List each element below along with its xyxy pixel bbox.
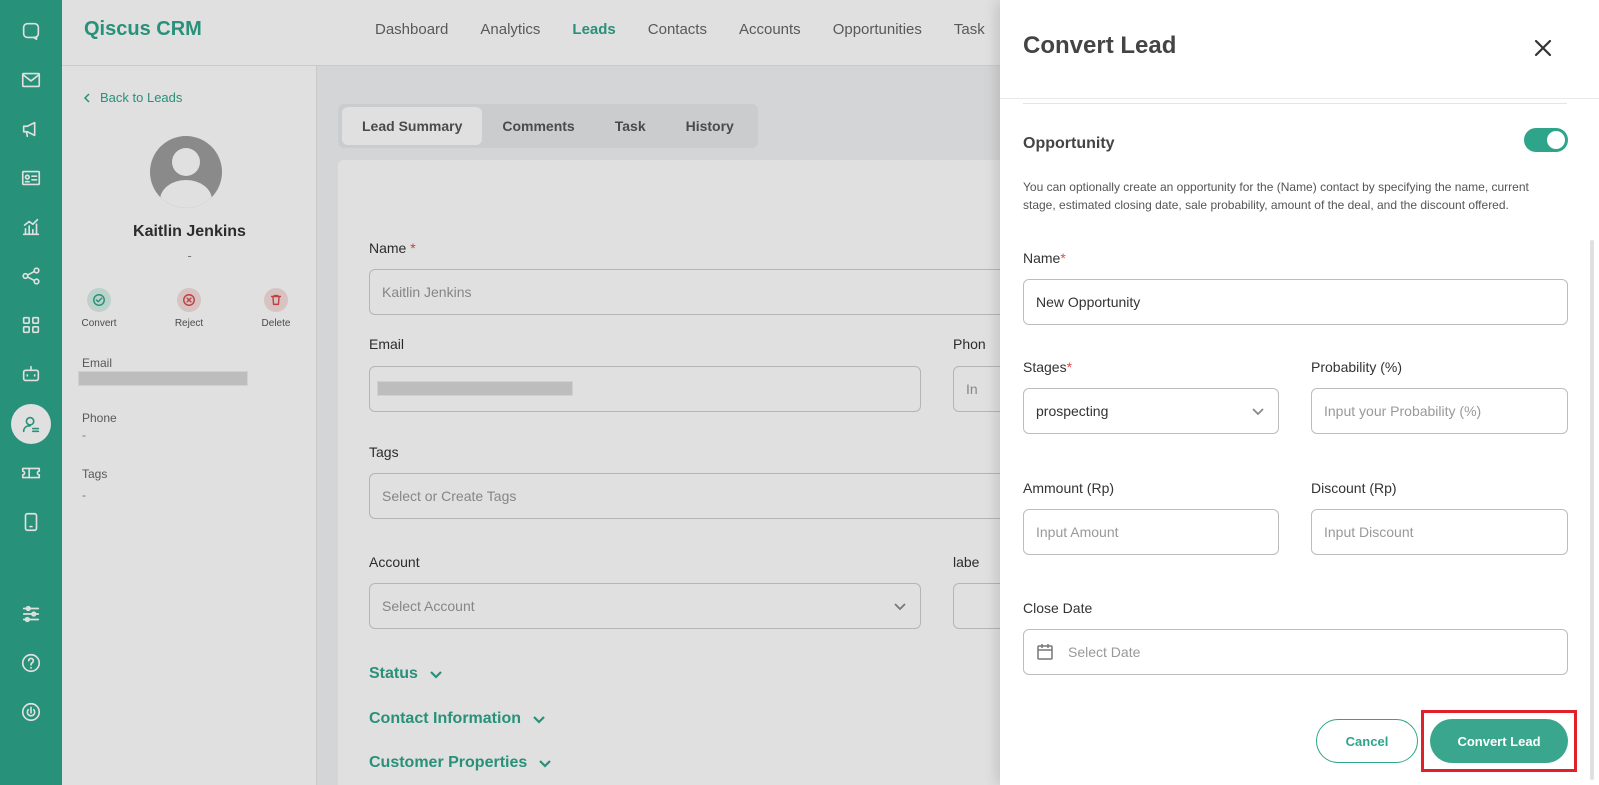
opportunity-description: You can optionally create an opportunity… [1023, 180, 1529, 212]
calendar-icon [1036, 643, 1054, 661]
discount-label: Discount (Rp) [1311, 480, 1397, 496]
drawer-title: Convert Lead [1023, 32, 1177, 59]
drawer-scrollbar[interactable] [1590, 240, 1594, 780]
opportunity-toggle[interactable] [1524, 128, 1568, 152]
header-divider [1000, 98, 1599, 99]
opportunity-title: Opportunity [1023, 135, 1115, 152]
close-icon[interactable] [1531, 36, 1555, 60]
probability-input[interactable]: Input your Probability (%) [1311, 388, 1568, 434]
chevron-down-icon [1250, 403, 1266, 419]
amount-label: Ammount (Rp) [1023, 480, 1115, 496]
stages-label: Stages* [1023, 359, 1073, 375]
convert-lead-drawer: Convert Lead Opportunity You can optiona… [1000, 0, 1599, 785]
close-date-placeholder: Select Date [1068, 644, 1141, 660]
probability-label: Probability (%) [1311, 359, 1403, 375]
close-date-label: Close Date [1023, 600, 1093, 616]
stages-value: prospecting [1036, 403, 1109, 419]
stages-select[interactable]: prospecting [1023, 388, 1279, 434]
close-date-input[interactable]: Select Date [1023, 629, 1568, 675]
section-divider [1023, 103, 1567, 104]
amount-input[interactable]: Input Amount [1023, 509, 1279, 555]
cancel-button[interactable]: Cancel [1316, 719, 1418, 763]
opp-name-label: Name* [1023, 250, 1066, 266]
discount-input[interactable]: Input Discount [1311, 509, 1568, 555]
modal-backdrop[interactable] [0, 0, 1000, 785]
highlight-box [1421, 710, 1577, 772]
opp-name-input[interactable]: New Opportunity [1023, 279, 1568, 325]
